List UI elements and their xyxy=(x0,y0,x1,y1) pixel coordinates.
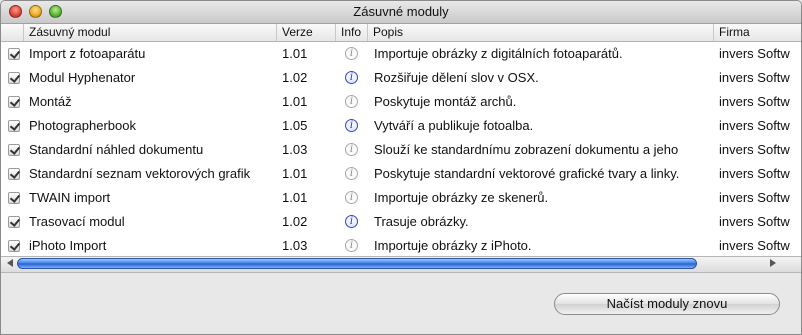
plugin-version: 1.03 xyxy=(282,238,308,253)
title-bar[interactable]: Zásuvné moduly xyxy=(1,1,801,24)
enable-checkbox[interactable] xyxy=(8,120,20,132)
enable-checkbox[interactable] xyxy=(8,240,20,252)
window-title: Zásuvné moduly xyxy=(353,4,449,19)
table-row[interactable]: Standardní seznam vektorových grafik 1.01… xyxy=(1,162,801,186)
info-icon: i xyxy=(345,167,358,180)
plugin-version: 1.05 xyxy=(282,118,308,133)
plugin-description: Trasuje obrázky. xyxy=(374,214,469,229)
column-header-enabled[interactable] xyxy=(1,24,24,41)
plugin-description: Importuje obrázky z digitálních fotoapar… xyxy=(374,46,623,61)
plugin-version: 1.02 xyxy=(282,70,308,85)
enable-checkbox[interactable] xyxy=(8,168,20,180)
plugin-company: invers Softw xyxy=(719,238,790,253)
plugin-description: Poskytuje montáž archů. xyxy=(374,94,517,109)
plugin-version: 1.01 xyxy=(282,94,308,109)
plugin-name: Import z fotoaparátu xyxy=(29,46,146,61)
enable-checkbox[interactable] xyxy=(8,144,20,156)
plugin-description: Rozšiřuje dělení slov v OSX. xyxy=(374,70,539,85)
info-icon: i xyxy=(345,143,358,156)
table-row[interactable]: Trasovací modul 1.02 i Trasuje obrázky. inve… xyxy=(1,210,801,234)
plugin-description: Slouží ke standardnímu zobrazení dokumen… xyxy=(374,142,679,157)
plugin-description: Importuje obrázky z iPhoto. xyxy=(374,238,532,253)
table-row[interactable]: Import z fotoaparátu 1.01 i Importuje obráz… xyxy=(1,42,801,66)
info-icon[interactable]: i xyxy=(345,119,358,132)
plugin-company: invers Softw xyxy=(719,190,790,205)
table-row[interactable]: Montáž 1.01 i Poskytuje montáž archů. invers… xyxy=(1,90,801,114)
plugin-name: Standardní náhled dokumentu xyxy=(29,142,204,157)
plugin-company: invers Softw xyxy=(719,118,790,133)
plugin-company: invers Softw xyxy=(719,214,790,229)
info-icon: i xyxy=(345,47,358,60)
scroll-left-arrow-icon[interactable] xyxy=(7,259,13,267)
table-row[interactable]: iPhoto Import 1.03 i Importuje obrázky z iP… xyxy=(1,234,801,256)
column-header-plugin[interactable]: Zásuvný modul xyxy=(24,24,277,41)
reload-modules-button[interactable]: Načíst moduly znovu xyxy=(554,293,780,315)
horizontal-scrollbar[interactable] xyxy=(1,256,801,273)
column-header-description[interactable]: Popis xyxy=(368,24,714,41)
table-header: Zásuvný modul Verze Info Popis Firma xyxy=(1,24,801,42)
info-icon[interactable]: i xyxy=(345,215,358,228)
info-icon: i xyxy=(345,191,358,204)
column-header-version[interactable]: Verze xyxy=(277,24,336,41)
plugin-name: iPhoto Import xyxy=(29,238,107,253)
enable-checkbox[interactable] xyxy=(8,192,20,204)
plugin-company: invers Softw xyxy=(719,142,790,157)
info-icon: i xyxy=(345,95,358,108)
table-row[interactable]: Modul Hyphenator 1.02 i Rozšiřuje dělení sl… xyxy=(1,66,801,90)
plugin-name: TWAIN import xyxy=(29,190,111,205)
info-icon[interactable]: i xyxy=(345,71,358,84)
enable-checkbox[interactable] xyxy=(8,96,20,108)
plugin-version: 1.02 xyxy=(282,214,308,229)
plugin-name: Standardní seznam vektorových grafik xyxy=(29,166,251,181)
plugin-version: 1.01 xyxy=(282,166,308,181)
table-row[interactable]: TWAIN import 1.01 i Importuje obrázky ze sk… xyxy=(1,186,801,210)
plugin-name: Trasovací modul xyxy=(29,214,125,229)
table-row[interactable]: Photographerbook 1.05 i Vytváří a publikuje… xyxy=(1,114,801,138)
plugin-version: 1.03 xyxy=(282,142,308,157)
plugin-description: Importuje obrázky ze skenerů. xyxy=(374,190,549,205)
plugin-company: invers Softw xyxy=(719,70,790,85)
plugin-company: invers Softw xyxy=(719,46,790,61)
plugin-description: Poskytuje standardní vektorové grafické … xyxy=(374,166,680,181)
plugin-company: invers Softw xyxy=(719,166,790,181)
enable-checkbox[interactable] xyxy=(8,216,20,228)
enable-checkbox[interactable] xyxy=(8,48,20,60)
table-row[interactable]: Standardní náhled dokumentu 1.03 i Slouží k… xyxy=(1,138,801,162)
plugin-description: Vytváří a publikuje fotoalba. xyxy=(374,118,534,133)
plugin-name: Photographerbook xyxy=(29,118,136,133)
plugin-name: Montáž xyxy=(29,94,72,109)
scroll-right-arrow-icon[interactable] xyxy=(770,259,776,267)
plugins-table: Zásuvný modul Verze Info Popis Firma Imp… xyxy=(1,24,801,256)
plugin-version: 1.01 xyxy=(282,190,308,205)
column-header-company[interactable]: Firma xyxy=(714,24,801,41)
enable-checkbox[interactable] xyxy=(8,72,20,84)
plugins-window: Zásuvné moduly Zásuvný modul Verze Info … xyxy=(0,0,802,335)
plugin-name: Modul Hyphenator xyxy=(29,70,136,85)
column-header-info[interactable]: Info xyxy=(336,24,368,41)
scrollbar-thumb[interactable] xyxy=(17,258,697,269)
plugin-version: 1.01 xyxy=(282,46,308,61)
info-icon: i xyxy=(345,239,358,252)
plugin-company: invers Softw xyxy=(719,94,790,109)
